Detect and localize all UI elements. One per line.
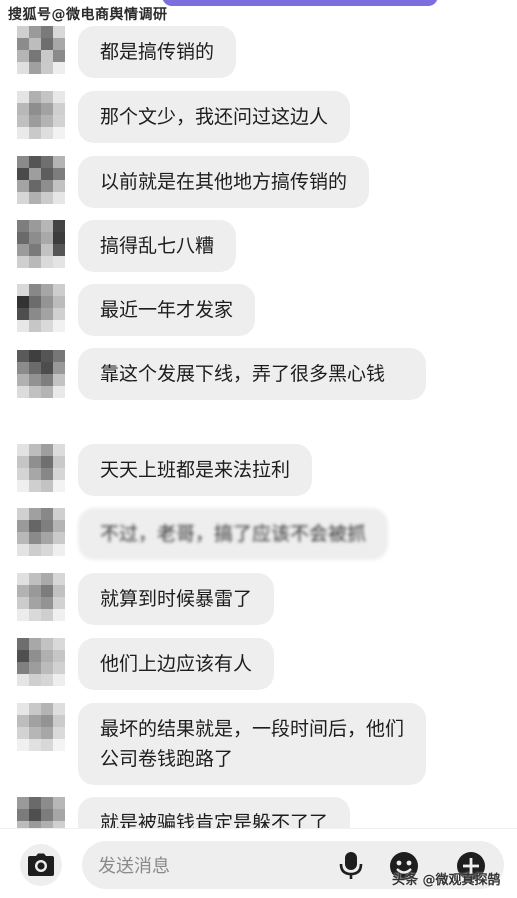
avatar[interactable] (17, 638, 65, 686)
avatar[interactable] (17, 156, 65, 204)
message-bubble[interactable]: 最坏的结果就是，一段时间后，他们公司卷钱跑路了 (78, 703, 426, 785)
watermark-top: 搜狐号@微电商舆情调研 (8, 7, 168, 23)
message-bubble[interactable]: 那个文少，我还问过这边人 (78, 91, 351, 143)
avatar[interactable] (17, 26, 65, 74)
microphone-icon[interactable] (338, 851, 364, 881)
message-bubble[interactable]: 搞得乱七八糟 (78, 220, 237, 272)
avatar[interactable] (17, 220, 65, 268)
avatar[interactable] (17, 444, 65, 492)
avatar[interactable] (17, 350, 65, 398)
message-bubble[interactable]: 他们上边应该有人 (78, 638, 275, 690)
avatar[interactable] (17, 284, 65, 332)
avatar[interactable] (17, 703, 65, 751)
message-bubble[interactable]: 都是搞传销的 (78, 26, 237, 78)
message-bubble[interactable]: 最近一年才发家 (78, 284, 256, 336)
message-bubble[interactable]: 就算到时候暴雷了 (78, 573, 275, 625)
message-bubble[interactable]: 不过，老哥，搞了应该不会被抓 (78, 508, 389, 560)
message-bubble[interactable]: 靠这个发展下线，弄了很多黑心钱 (78, 348, 426, 400)
avatar[interactable] (17, 508, 65, 556)
top-accent-bar (162, 0, 438, 6)
avatar[interactable] (17, 573, 65, 621)
message-bubble[interactable]: 天天上班都是来法拉利 (78, 444, 313, 496)
message-input-placeholder: 发送消息 (98, 856, 170, 877)
camera-button[interactable] (20, 844, 62, 886)
message-bubble[interactable]: 以前就是在其他地方搞传销的 (78, 156, 370, 208)
camera-icon (28, 853, 54, 876)
message-composer: 发送消息 头条 @微观真探鹄 (0, 828, 517, 898)
watermark-bottom: 头条 @微观真探鹄 (392, 873, 501, 888)
avatar[interactable] (17, 91, 65, 139)
